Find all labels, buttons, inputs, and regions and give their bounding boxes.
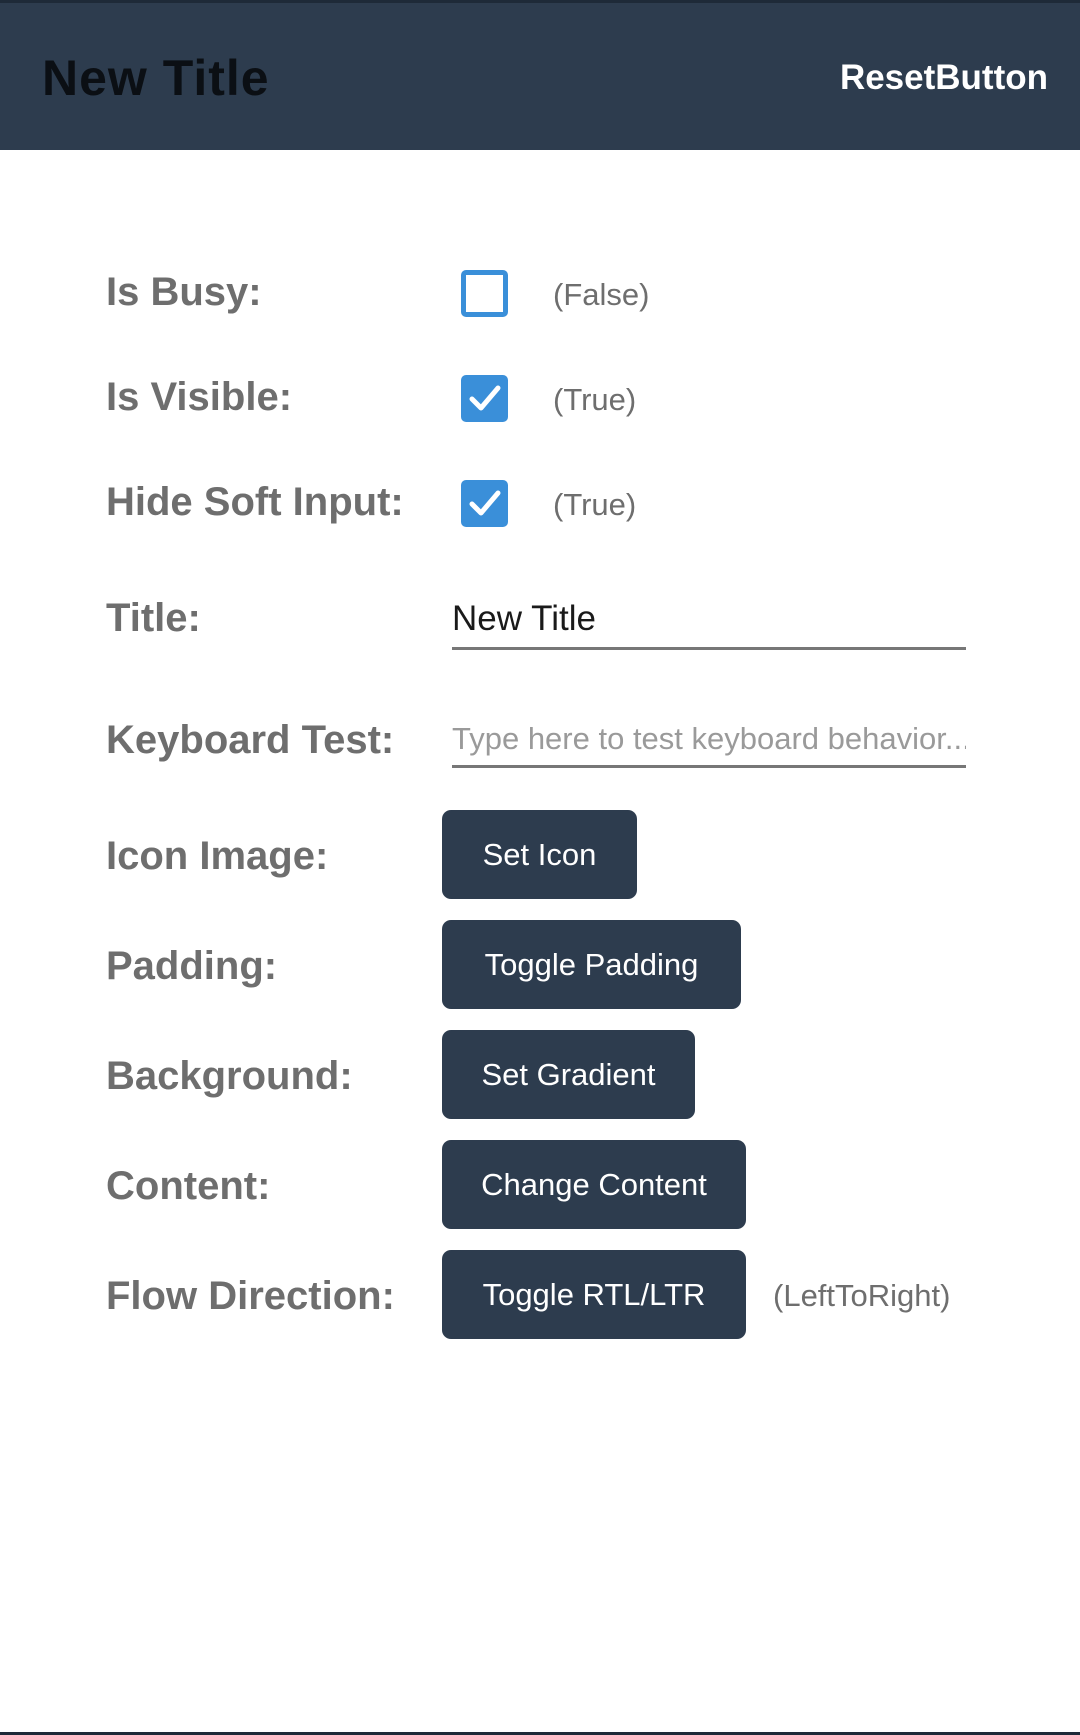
toggle-padding-button[interactable]: Toggle Padding [442, 920, 741, 1009]
hide-soft-input-state: (True) [553, 487, 637, 522]
change-content-button[interactable]: Change Content [442, 1140, 746, 1229]
content-label: Content: [106, 1164, 271, 1208]
checkmark-icon [469, 385, 501, 411]
hide-soft-input-checkbox[interactable] [461, 480, 508, 527]
is-visible-state: (True) [553, 382, 637, 417]
title-input[interactable] [452, 596, 966, 650]
is-busy-checkbox[interactable] [461, 270, 508, 317]
page-title: New Title [42, 50, 270, 106]
title-label: Title: [106, 596, 201, 640]
is-busy-state: (False) [553, 277, 650, 312]
icon-image-label: Icon Image: [106, 834, 329, 878]
padding-label: Padding: [106, 944, 278, 988]
checkmark-icon [469, 490, 501, 516]
set-gradient-button[interactable]: Set Gradient [442, 1030, 695, 1119]
keyboard-test-input[interactable] [452, 718, 966, 768]
set-icon-button[interactable]: Set Icon [442, 810, 637, 899]
flow-direction-state: (LeftToRight) [773, 1278, 951, 1313]
toggle-rtl-ltr-button[interactable]: Toggle RTL/LTR [442, 1250, 746, 1339]
background-label: Background: [106, 1054, 353, 1098]
flow-direction-label: Flow Direction: [106, 1274, 395, 1318]
reset-button[interactable]: ResetButton [840, 58, 1048, 98]
is-visible-checkbox[interactable] [461, 375, 508, 422]
hide-soft-input-label: Hide Soft Input: [106, 480, 404, 524]
navigation-bar: New Title ResetButton [0, 0, 1080, 150]
is-visible-label: Is Visible: [106, 375, 293, 419]
is-busy-label: Is Busy: [106, 270, 262, 314]
page: New Title ResetButton Is Busy: (False) I… [0, 0, 1080, 1735]
keyboard-test-label: Keyboard Test: [106, 718, 395, 762]
